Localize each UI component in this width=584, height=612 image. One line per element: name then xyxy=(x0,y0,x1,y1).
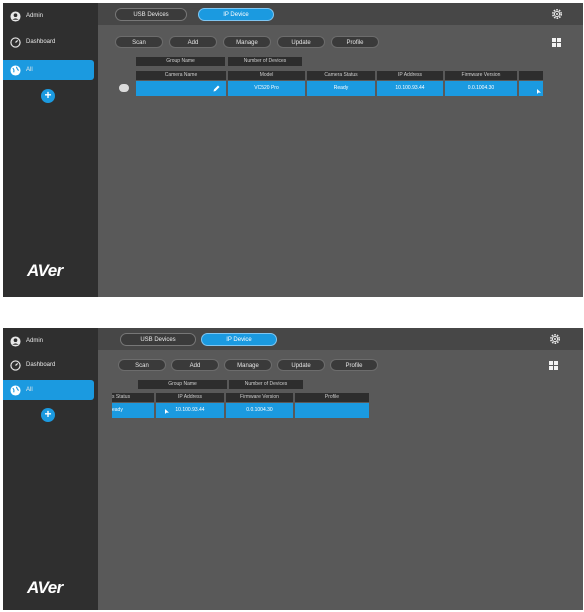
ip-address-value: 10.100.93.44 xyxy=(175,407,205,413)
plus-icon: + xyxy=(44,88,52,102)
camera-icon[interactable] xyxy=(119,84,129,92)
top-bar: USB Devices IP Device xyxy=(98,328,583,350)
pencil-icon[interactable] xyxy=(213,85,220,92)
dashboard-label: Dashboard xyxy=(26,39,56,45)
aver-logo: AVer xyxy=(27,261,63,280)
admin-label: Admin xyxy=(26,338,44,344)
add-group-button[interactable]: + xyxy=(41,408,55,422)
grid-view-icon[interactable] xyxy=(549,361,558,370)
tab-usb-label: USB Devices xyxy=(140,337,176,343)
camera-status-header[interactable]: Camera Status xyxy=(307,71,375,80)
user-icon xyxy=(9,335,21,347)
ip-address-header[interactable]: IP Address xyxy=(156,393,224,402)
camera-name-cell[interactable] xyxy=(136,81,226,96)
tab-usb-devices[interactable]: USB Devices xyxy=(120,333,196,346)
model-cell[interactable]: VC520 Pro xyxy=(228,81,305,96)
camera-status-header[interactable]: s Status xyxy=(112,393,154,402)
sidebar-item-dashboard[interactable]: Dashboard xyxy=(3,354,98,376)
user-icon xyxy=(9,10,21,22)
profile-column-header[interactable]: Profile xyxy=(295,393,369,402)
camera-status-cell[interactable]: Ready xyxy=(307,81,375,96)
profile-button[interactable]: Profile xyxy=(331,36,379,48)
camera-status-cell[interactable]: eady xyxy=(112,403,154,418)
top-bar: USB Devices IP Device xyxy=(98,3,583,25)
firmware-version-header[interactable]: Firmware Version xyxy=(226,393,293,402)
dashboard-icon xyxy=(9,36,21,48)
group-name-header: Group Name xyxy=(138,380,227,389)
gear-icon[interactable] xyxy=(551,8,563,20)
screenshot-scrolled-view: Admin Dashboard All + AVer USB Devices I… xyxy=(3,328,583,610)
sidebar-item-all[interactable]: All xyxy=(3,380,94,400)
manage-button[interactable]: Manage xyxy=(223,36,271,48)
sidebar: Admin Dashboard All + AVer xyxy=(3,328,98,610)
profile-cell[interactable] xyxy=(519,81,543,96)
sidebar: Admin Dashboard All + AVer xyxy=(3,3,98,297)
update-button[interactable]: Update xyxy=(277,359,325,371)
firmware-version-header[interactable]: Firmware Version xyxy=(445,71,517,80)
dashboard-label: Dashboard xyxy=(26,362,56,368)
firmware-version-cell[interactable]: 0.0.1004.30 xyxy=(226,403,293,418)
ip-address-cell[interactable]: 10.100.93.44 xyxy=(156,403,224,418)
tab-usb-label: USB Devices xyxy=(133,12,169,18)
aver-logo: AVer xyxy=(27,578,63,597)
profile-button[interactable]: Profile xyxy=(330,359,378,371)
sidebar-item-all[interactable]: All xyxy=(3,60,94,80)
globe-icon xyxy=(9,64,21,76)
number-of-devices-header: Number of Devices xyxy=(228,57,302,66)
group-all-label: All xyxy=(26,387,33,393)
scan-button[interactable]: Scan xyxy=(115,36,163,48)
tab-ip-label: IP Device xyxy=(223,12,249,18)
admin-label: Admin xyxy=(26,13,44,19)
profile-column-header[interactable] xyxy=(519,71,543,80)
grid-view-icon[interactable] xyxy=(552,38,561,47)
cursor-icon xyxy=(537,89,541,94)
tab-ip-label: IP Device xyxy=(226,337,252,343)
ip-address-header[interactable]: IP Address xyxy=(377,71,443,80)
group-name-header: Group Name xyxy=(136,57,225,66)
camera-name-header[interactable]: Camera Name xyxy=(136,71,226,80)
firmware-version-cell[interactable]: 0.0.1004.30 xyxy=(445,81,517,96)
plus-icon: + xyxy=(44,407,52,421)
number-of-devices-header: Number of Devices xyxy=(229,380,303,389)
profile-cell[interactable] xyxy=(295,403,369,418)
screenshot-full-view: Admin Dashboard All + AVer USB Devices I… xyxy=(3,3,583,297)
sidebar-item-dashboard[interactable]: Dashboard xyxy=(3,31,98,53)
manage-button[interactable]: Manage xyxy=(224,359,272,371)
add-button[interactable]: Add xyxy=(169,36,217,48)
add-button[interactable]: Add xyxy=(171,359,219,371)
gear-icon[interactable] xyxy=(549,333,561,345)
ip-address-cell[interactable]: 10.100.93.44 xyxy=(377,81,443,96)
tab-ip-device[interactable]: IP Device xyxy=(198,8,274,21)
model-header[interactable]: Model xyxy=(228,71,305,80)
tab-ip-device[interactable]: IP Device xyxy=(201,333,277,346)
group-all-label: All xyxy=(26,67,33,73)
sidebar-item-admin[interactable]: Admin xyxy=(3,5,98,27)
dashboard-icon xyxy=(9,359,21,371)
sidebar-item-admin[interactable]: Admin xyxy=(3,330,98,352)
globe-icon xyxy=(9,384,21,396)
cursor-icon xyxy=(165,409,169,414)
update-button[interactable]: Update xyxy=(277,36,325,48)
add-group-button[interactable]: + xyxy=(41,89,55,103)
tab-usb-devices[interactable]: USB Devices xyxy=(115,8,187,21)
scan-button[interactable]: Scan xyxy=(118,359,166,371)
